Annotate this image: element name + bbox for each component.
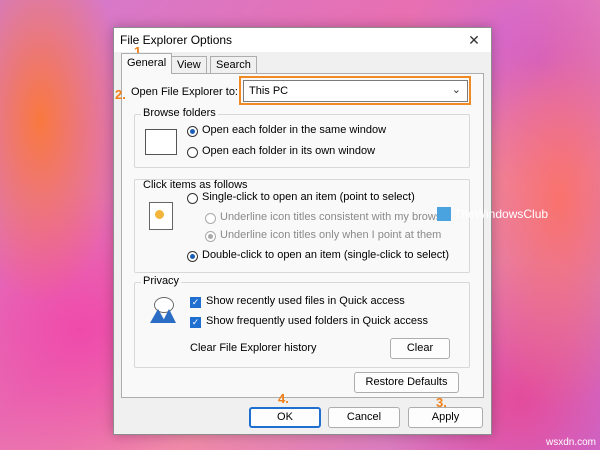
step-3-annotation: 3. bbox=[436, 395, 447, 410]
click-items-group: Click items as follows Single-click to o… bbox=[134, 179, 470, 273]
tab-general[interactable]: General bbox=[121, 53, 173, 74]
clear-button[interactable]: Clear bbox=[390, 338, 450, 359]
open-to-label: Open File Explorer to: bbox=[131, 86, 238, 98]
click-items-title: Click items as follows bbox=[141, 179, 250, 191]
frequent-folders-label[interactable]: Show frequently used folders in Quick ac… bbox=[206, 315, 428, 327]
restore-defaults-button[interactable]: Restore Defaults bbox=[354, 372, 459, 393]
radio-own-window[interactable] bbox=[187, 147, 198, 158]
radio-double-click[interactable] bbox=[187, 251, 198, 262]
chevron-down-icon: ⌄ bbox=[451, 84, 461, 96]
clear-history-label: Clear File Explorer history bbox=[190, 342, 317, 354]
same-window-label[interactable]: Open each folder in the same window bbox=[202, 124, 386, 136]
watermark-logo-icon bbox=[437, 207, 451, 221]
own-window-label[interactable]: Open each folder in its own window bbox=[202, 145, 375, 157]
step-4-annotation: 4. bbox=[278, 391, 289, 406]
browse-folders-title: Browse folders bbox=[141, 107, 218, 119]
checkbox-frequent-folders[interactable]: ✓ bbox=[190, 317, 201, 328]
click-mode-icon bbox=[149, 202, 173, 230]
file-explorer-options-dialog: File Explorer Options ✕ General View Sea… bbox=[113, 27, 492, 435]
radio-underline-browser[interactable] bbox=[205, 213, 216, 224]
radio-underline-point[interactable] bbox=[205, 231, 216, 242]
double-click-label[interactable]: Double-click to open an item (single-cli… bbox=[202, 249, 449, 261]
apply-button[interactable]: Apply bbox=[408, 407, 483, 428]
single-click-label[interactable]: Single-click to open an item (point to s… bbox=[202, 191, 415, 203]
privacy-title: Privacy bbox=[141, 275, 182, 287]
ok-button[interactable]: OK bbox=[249, 407, 321, 428]
site-credit: wsxdn.com bbox=[545, 437, 596, 448]
quick-access-icon bbox=[150, 297, 176, 323]
open-to-dropdown[interactable]: This PC ⌄ bbox=[243, 80, 468, 102]
underline-browser-label[interactable]: Underline icon titles consistent with my… bbox=[220, 211, 451, 223]
close-icon[interactable]: ✕ bbox=[463, 29, 485, 51]
cancel-button[interactable]: Cancel bbox=[328, 407, 400, 428]
tab-view[interactable]: View bbox=[171, 56, 207, 73]
open-to-value: This PC bbox=[249, 85, 289, 97]
folder-window-icon bbox=[145, 129, 177, 155]
general-panel: Open File Explorer to: This PC ⌄ Browse … bbox=[121, 73, 484, 398]
step-2-annotation: 2. bbox=[115, 87, 126, 102]
recent-files-label[interactable]: Show recently used files in Quick access bbox=[206, 295, 405, 307]
privacy-group: Privacy ✓ Show recently used files in Qu… bbox=[134, 275, 470, 368]
radio-same-window[interactable] bbox=[187, 126, 198, 137]
tab-search[interactable]: Search bbox=[210, 56, 257, 73]
watermark-text: TheWindowsClub bbox=[454, 207, 549, 221]
title-bar[interactable]: File Explorer Options ✕ bbox=[114, 28, 491, 52]
browse-folders-group: Browse folders Open each folder in the s… bbox=[134, 107, 470, 168]
checkbox-recent-files[interactable]: ✓ bbox=[190, 297, 201, 308]
underline-point-label[interactable]: Underline icon titles only when I point … bbox=[220, 229, 441, 241]
radio-single-click[interactable] bbox=[187, 193, 198, 204]
